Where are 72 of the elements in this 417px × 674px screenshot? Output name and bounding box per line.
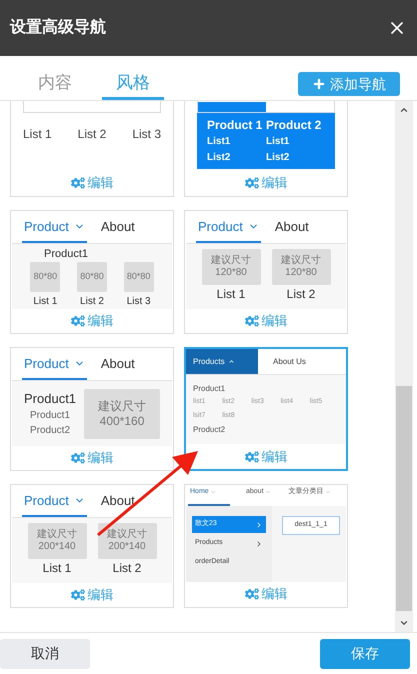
list-label: List 3: [132, 126, 161, 143]
gears-icon: [244, 450, 258, 464]
column-item: List2: [207, 151, 232, 165]
list-label: List 1: [23, 126, 52, 143]
list-label: List 2: [286, 286, 316, 303]
list-label: List 1: [42, 560, 72, 577]
gears-icon: [70, 176, 84, 190]
column-item: List2: [266, 151, 290, 165]
edit-link[interactable]: 编辑: [244, 173, 288, 193]
tab-label: Product: [198, 218, 243, 236]
group-heading: Product1: [193, 383, 226, 395]
list-label: List 1: [33, 295, 58, 309]
edit-link[interactable]: 编辑: [70, 448, 114, 468]
tab-label: Product: [24, 218, 69, 236]
list-label: List 2: [80, 295, 104, 309]
style-card[interactable]: List 1 List 2 List 3 编辑: [10, 101, 174, 197]
image-placeholder: 80*80: [30, 262, 60, 292]
scroll-down-icon[interactable]: [399, 618, 409, 628]
scrollbar-thumb[interactable]: [396, 386, 412, 611]
scrollbar[interactable]: [395, 101, 413, 632]
gears-icon: [244, 176, 258, 190]
plus-icon: [312, 77, 326, 91]
list-label: List 1: [216, 286, 246, 303]
image-placeholder: 建议尺寸 200*140: [98, 523, 156, 559]
scroll-up-icon[interactable]: [399, 105, 409, 115]
style-card[interactable]: Product About Product1 Product1 Product2 建议尺寸 400*160 编辑: [10, 347, 174, 471]
tab-label: About: [100, 218, 135, 236]
tab-label: Products: [193, 356, 225, 368]
tab-label: About: [100, 492, 135, 510]
save-button[interactable]: 保存: [320, 638, 410, 668]
tab-label: Product: [24, 492, 69, 510]
style-card[interactable]: Product About Product1 80*80 List 1 80*80 List 2 80*80 List 3 编辑: [10, 210, 174, 334]
group-heading: Product1: [24, 390, 76, 408]
edit-link[interactable]: 编辑: [70, 310, 114, 330]
image-placeholder: 建议尺寸 120*80: [202, 249, 260, 285]
tab-label: About: [274, 218, 309, 236]
list-label: List 3: [126, 295, 151, 309]
gears-icon: [70, 450, 84, 464]
edit-link[interactable]: 编辑: [70, 584, 114, 604]
image-placeholder: 建议尺寸 400*160: [84, 388, 160, 438]
tab-label: About: [100, 354, 135, 373]
style-card[interactable]: Product 1 List1 List2 Product 2 List1 List2 编辑: [184, 101, 348, 197]
gears-icon: [70, 314, 84, 328]
column-item: List1: [266, 135, 290, 149]
edit-link[interactable]: 编辑: [244, 446, 288, 466]
sub-item: Product1: [30, 409, 70, 424]
cancel-button[interactable]: 取消: [0, 638, 90, 668]
column-title: Product 1: [207, 117, 264, 134]
group-heading: Product1: [44, 246, 90, 262]
image-placeholder: 建议尺寸 120*80: [272, 249, 330, 285]
edit-link[interactable]: 编辑: [244, 584, 288, 604]
style-card[interactable]: Product About 建议尺寸 120*80 List 1 建议尺寸 120*80 List 2 编辑: [184, 210, 348, 334]
edit-link[interactable]: 编辑: [244, 310, 288, 330]
edit-link[interactable]: 编辑: [70, 173, 114, 193]
style-card[interactable]: Product About 建议尺寸 200*140 List 1 建议尺寸 200*140 List 2 编辑: [10, 484, 174, 608]
tab-label: About Us: [273, 356, 306, 368]
tab-label: Product: [24, 354, 69, 373]
group-heading: Product2: [193, 424, 226, 436]
image-placeholder: 80*80: [76, 262, 107, 292]
tab[interactable]: 内容: [24, 70, 86, 100]
list-label: List 2: [112, 560, 142, 577]
dialog-title: 设置高级导航: [10, 17, 106, 38]
gears-icon: [244, 587, 258, 601]
gears-icon: [244, 314, 258, 328]
column-item: List1: [207, 135, 232, 149]
image-placeholder: 建议尺寸 200*140: [28, 523, 86, 559]
column-title: Product 2: [266, 117, 322, 134]
list-label: List 2: [78, 126, 106, 143]
add-nav-button[interactable]: 添加导航: [298, 72, 400, 96]
gears-icon: [70, 588, 84, 602]
image-placeholder: 80*80: [124, 262, 154, 292]
sub-item: Product2: [30, 424, 70, 438]
